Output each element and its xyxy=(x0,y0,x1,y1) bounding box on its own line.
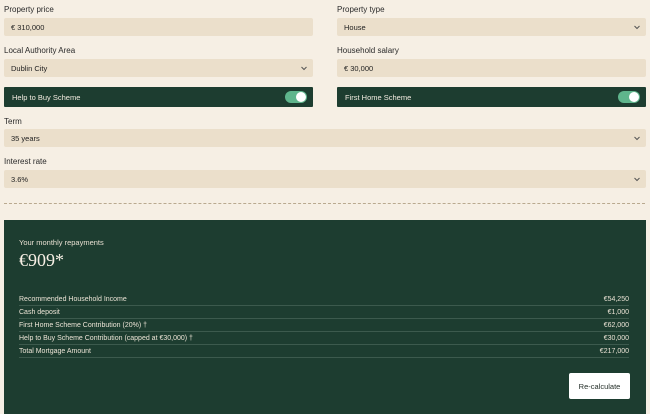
term-value: 35 years xyxy=(11,133,40,143)
property-price-value: € 310,000 xyxy=(11,22,45,32)
property-type-select[interactable]: House xyxy=(337,18,646,36)
switch-knob xyxy=(296,92,306,102)
help-to-buy-switch[interactable] xyxy=(285,91,307,103)
property-price-input[interactable]: € 310,000 xyxy=(4,18,313,36)
property-price-label: Property price xyxy=(4,5,54,14)
interest-rate-select[interactable]: 3.6% xyxy=(4,170,646,188)
breakdown-row: Cash deposit €1,000 xyxy=(19,306,629,319)
first-home-switch[interactable] xyxy=(618,91,640,103)
local-authority-value: Dublin City xyxy=(11,63,48,73)
chevron-down-icon xyxy=(300,64,308,72)
interest-rate-value: 3.6% xyxy=(11,174,29,184)
help-to-buy-label: Help to Buy Scheme xyxy=(12,92,81,102)
chevron-down-icon xyxy=(633,23,641,31)
household-salary-label: Household salary xyxy=(337,46,399,55)
breakdown-label: Cash deposit xyxy=(19,308,60,316)
first-home-label: First Home Scheme xyxy=(345,92,412,102)
local-authority-select[interactable]: Dublin City xyxy=(4,59,313,77)
switch-knob xyxy=(629,92,639,102)
breakdown-row: Help to Buy Scheme Contribution (capped … xyxy=(19,332,629,345)
term-select[interactable]: 35 years xyxy=(4,129,646,147)
property-type-label: Property type xyxy=(337,5,385,14)
chevron-down-icon xyxy=(633,175,641,183)
recalculate-button[interactable]: Re-calculate xyxy=(569,373,630,399)
property-type-value: House xyxy=(344,22,366,32)
breakdown-row: First Home Scheme Contribution (20%) † €… xyxy=(19,319,629,332)
household-salary-input[interactable]: € 30,000 xyxy=(337,59,646,77)
local-authority-label: Local Authority Area xyxy=(4,46,76,55)
repayment-result-panel: Your monthly repayments €909* Recommende… xyxy=(4,220,646,414)
household-salary-value: € 30,000 xyxy=(344,63,374,73)
breakdown-row: Recommended Household Income €54,250 xyxy=(19,293,629,306)
breakdown-value: €62,000 xyxy=(603,321,629,329)
result-title: Your monthly repayments xyxy=(19,238,104,247)
breakdown-label: Recommended Household Income xyxy=(19,295,127,303)
breakdown-label: First Home Scheme Contribution (20%) † xyxy=(19,321,147,329)
breakdown-label: Help to Buy Scheme Contribution (capped … xyxy=(19,334,193,342)
term-label: Term xyxy=(4,117,22,126)
breakdown-label: Total Mortgage Amount xyxy=(19,347,91,355)
section-divider xyxy=(4,203,645,204)
breakdown-row: Total Mortgage Amount €217,000 xyxy=(19,345,629,358)
breakdown-list: Recommended Household Income €54,250 Cas… xyxy=(19,293,629,358)
chevron-down-icon xyxy=(633,134,641,142)
mortgage-form: Property price € 310,000 Property type H… xyxy=(0,0,650,212)
interest-rate-label: Interest rate xyxy=(4,157,47,166)
monthly-repayment-amount: €909* xyxy=(19,250,64,270)
breakdown-value: €30,000 xyxy=(603,334,629,342)
breakdown-value: €54,250 xyxy=(603,295,629,303)
breakdown-value: €1,000 xyxy=(607,308,629,316)
breakdown-value: €217,000 xyxy=(599,347,629,355)
help-to-buy-toggle-row[interactable]: Help to Buy Scheme xyxy=(4,87,313,107)
first-home-toggle-row[interactable]: First Home Scheme xyxy=(337,87,646,107)
